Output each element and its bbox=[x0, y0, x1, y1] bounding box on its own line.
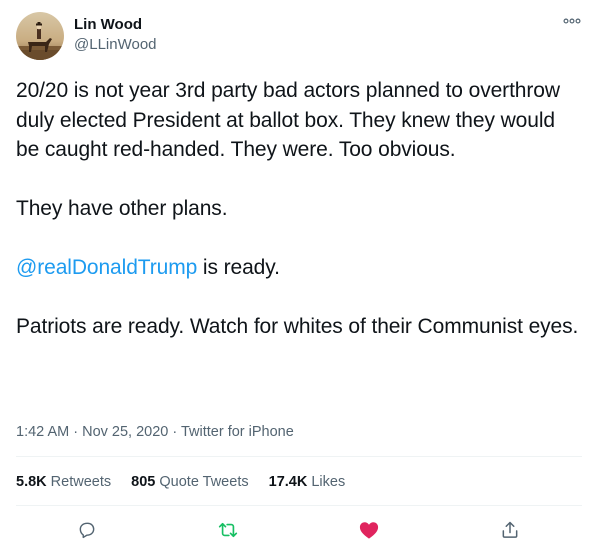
tweet-metadata: 1:42 AM · Nov 25, 2020 · Twitter for iPh… bbox=[16, 422, 294, 442]
retweet-icon bbox=[218, 522, 238, 538]
display-name[interactable]: Lin Wood bbox=[74, 15, 157, 35]
meta-separator: · bbox=[168, 424, 181, 440]
tweet-text: 20/20 is not year 3rd party bad actors p… bbox=[16, 76, 582, 342]
tweet-paragraph-2: They have other plans. bbox=[16, 197, 228, 220]
meta-separator: · bbox=[69, 424, 83, 440]
like-button[interactable] bbox=[354, 515, 384, 545]
timestamp-time[interactable]: 1:42 AM bbox=[16, 424, 69, 440]
retweets-label: Retweets bbox=[50, 474, 112, 490]
avatar[interactable] bbox=[16, 12, 64, 60]
tweet-paragraph-4: Patriots are ready. Watch for whites of … bbox=[16, 315, 579, 338]
user-handle[interactable]: @LLinWood bbox=[74, 35, 157, 55]
retweets-stat[interactable]: 5.8K Retweets bbox=[16, 472, 111, 492]
divider bbox=[16, 505, 582, 506]
tweet-paragraph-1: 20/20 is not year 3rd party bad actors p… bbox=[16, 79, 560, 161]
tweet-source[interactable]: Twitter for iPhone bbox=[181, 424, 294, 440]
avatar-horse-rider-icon bbox=[16, 12, 64, 60]
retweet-button[interactable] bbox=[213, 515, 243, 545]
quote-tweets-count: 805 bbox=[131, 474, 156, 490]
likes-count: 17.4K bbox=[268, 474, 308, 490]
tweet-paragraph-3-rest: is ready. bbox=[197, 256, 280, 279]
divider bbox=[16, 456, 582, 457]
tweet-paragraph-3: @realDonaldTrump is ready. bbox=[16, 253, 582, 283]
likes-label: Likes bbox=[311, 474, 346, 490]
retweets-count: 5.8K bbox=[16, 474, 47, 490]
quote-tweets-label: Quote Tweets bbox=[159, 474, 249, 490]
tweet-header: Lin Wood @LLinWood bbox=[16, 12, 582, 60]
timestamp-date[interactable]: Nov 25, 2020 bbox=[82, 424, 168, 440]
engagement-stats: 5.8K Retweets 805 Quote Tweets 17.4K Lik… bbox=[16, 472, 361, 492]
share-icon bbox=[502, 521, 518, 538]
likes-stat[interactable]: 17.4K Likes bbox=[269, 472, 346, 492]
share-button[interactable] bbox=[495, 515, 525, 545]
quote-tweets-stat[interactable]: 805 Quote Tweets bbox=[131, 472, 248, 492]
action-bar bbox=[16, 515, 582, 545]
author-names: Lin Wood @LLinWood bbox=[74, 15, 157, 55]
more-options-icon[interactable] bbox=[562, 14, 582, 28]
mention-link[interactable]: @realDonaldTrump bbox=[16, 256, 197, 279]
reply-button[interactable] bbox=[72, 515, 102, 545]
tweet-card: Lin Wood @LLinWood 20/20 is not year 3rd… bbox=[0, 0, 598, 555]
reply-icon bbox=[79, 522, 95, 539]
like-icon bbox=[359, 522, 379, 539]
